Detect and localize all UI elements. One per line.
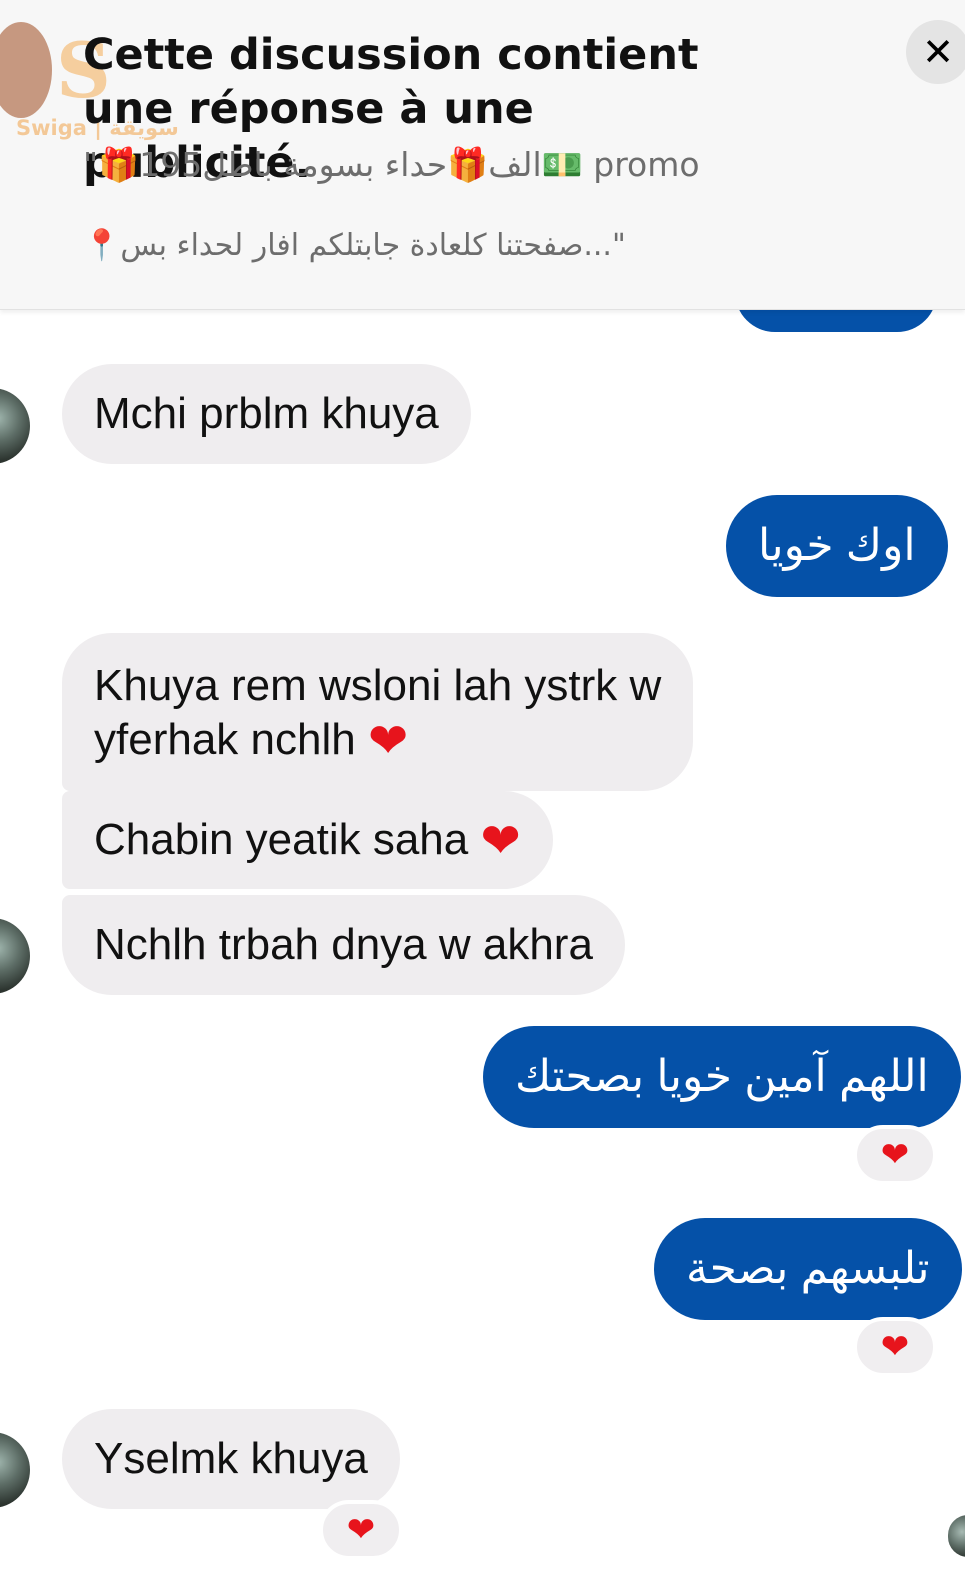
message-text: Nchlh trbah dnya w akhra: [94, 920, 593, 969]
ad-quote-line-1: "🎁195الف🎁حداء بسومة باطل💵 promo: [83, 145, 700, 184]
chat-screen: S Swiga | سويقة Cette discussion contien…: [0, 0, 965, 1571]
message-reaction[interactable]: ❤: [853, 1317, 937, 1377]
sent-message-bubble[interactable]: اللهم آمين خويا بصحتك: [483, 1026, 961, 1128]
received-message-bubble[interactable]: Yselmk khuya: [62, 1409, 400, 1509]
contact-avatar[interactable]: [0, 918, 30, 994]
message-reaction[interactable]: ❤: [319, 1500, 403, 1560]
heart-reaction-icon: ❤: [880, 1327, 910, 1367]
ad-quote-line-2: 📍صفحتنا كلعادة جابتلكم افار لحداء بس...": [83, 228, 626, 263]
close-button[interactable]: ✕: [906, 20, 965, 84]
message-text: اوك خويا: [758, 521, 916, 570]
sent-message-bubble[interactable]: اوك خويا: [726, 495, 948, 597]
received-message-bubble[interactable]: Chabin yeatik saha ❤: [62, 791, 553, 890]
sent-message-bubble[interactable]: تلبسهم بصحة: [654, 1218, 962, 1320]
message-text-line-1: Khuya rem wsloni lah ystrk w: [94, 661, 662, 710]
received-message-bubble[interactable]: Mchi prblm khuya: [62, 364, 471, 464]
heart-reaction-icon: ❤: [880, 1135, 910, 1175]
ad-page-avatar[interactable]: [0, 22, 52, 118]
contact-avatar[interactable]: [0, 388, 30, 464]
message-reaction[interactable]: ❤: [853, 1125, 937, 1185]
received-message-bubble[interactable]: Nchlh trbah dnya w akhra: [62, 895, 625, 995]
close-icon: ✕: [922, 30, 954, 74]
ad-reply-banner: S Swiga | سويقة Cette discussion contien…: [0, 0, 965, 310]
heart-emoji-icon: ❤: [480, 815, 521, 869]
message-text: Yselmk khuya: [94, 1434, 368, 1483]
heart-reaction-icon: ❤: [346, 1510, 376, 1550]
message-text: Mchi prblm khuya: [94, 389, 439, 438]
contact-avatar[interactable]: [0, 1432, 30, 1508]
heart-emoji-icon: ❤: [367, 715, 409, 769]
message-text-line-2: yferhak nchlh ❤: [94, 713, 661, 767]
received-message-bubble[interactable]: Khuya rem wsloni lah ystrk w yferhak nch…: [62, 633, 694, 792]
message-text: Chabin yeatik saha: [94, 815, 469, 864]
read-receipt-avatar: [948, 1515, 965, 1557]
message-text: اللهم آمين خويا بصحتك: [515, 1052, 929, 1101]
message-text: yferhak nchlh: [94, 715, 356, 764]
message-text: تلبسهم بصحة: [686, 1244, 930, 1293]
